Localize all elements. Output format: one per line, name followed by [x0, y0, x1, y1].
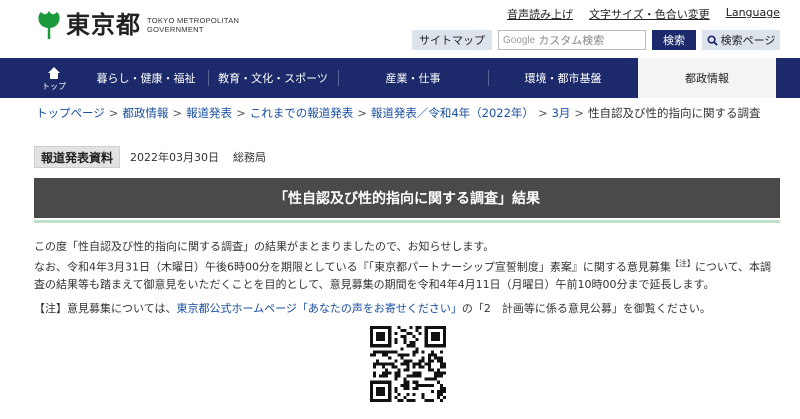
search-button[interactable]: 検索 [652, 30, 696, 50]
logo-title-en: TOKYO METROPOLITAN GOVERNMENT [147, 16, 239, 34]
nav-item-environment[interactable]: 環境・都市基盤 [488, 58, 638, 98]
home-icon [48, 67, 60, 79]
press-release-label: 報道発表資料 [34, 146, 121, 168]
nav-home[interactable]: トップ [24, 58, 84, 98]
tokyo-logo[interactable]: 東京都 TOKYO METROPOLITAN GOVERNMENT [36, 10, 239, 40]
breadcrumb-press-2022[interactable]: 報道発表／令和4年（2022年） [371, 106, 534, 120]
body-line-2a: なお、令和4年3月31日（木曜日）午後6時00分を期限としている『「東京都パート… [34, 260, 671, 274]
ginkgo-leaf-icon [36, 10, 62, 40]
language-link[interactable]: Language [726, 6, 780, 22]
sitemap-button[interactable]: サイトマップ [412, 30, 492, 50]
note-middle: の「2 計画等に係る意見公募」を御覧ください。 [461, 302, 711, 315]
breadcrumb-separator: > [236, 106, 246, 120]
magnifier-icon [707, 34, 718, 46]
body-line-3: 査の結果等も踏まえて御意見をいただくことを目的として、意見募集の期間を令和4年4… [34, 277, 715, 291]
breadcrumb-separator: > [537, 106, 548, 120]
breadcrumb-past-press[interactable]: これまでの報道発表 [250, 106, 354, 120]
body-line-2b: について、本調 [694, 260, 772, 274]
utility-links: 音声読み上げ 文字サイズ・色合い変更 Language [507, 6, 780, 22]
logo-title-ja: 東京都 [66, 11, 141, 39]
search-row: サイトマップ Google カスタム検索 検索 検索ページ [412, 30, 780, 50]
release-meta: 報道発表資料 2022年03月30日 総務局 [34, 146, 266, 168]
breadcrumb-separator: > [574, 106, 585, 120]
breadcrumb-separator: > [357, 106, 367, 120]
release-date: 2022年03月30日 [130, 151, 220, 164]
breadcrumb-government-info[interactable]: 都政情報 [122, 106, 168, 120]
site-header: 東京都 TOKYO METROPOLITAN GOVERNMENT 音声読み上げ… [0, 0, 800, 58]
breadcrumb-press[interactable]: 報道発表 [186, 106, 232, 120]
search-input[interactable]: Google カスタム検索 [498, 30, 646, 50]
nav-home-label: トップ [42, 82, 66, 91]
breadcrumb-top[interactable]: トップページ [36, 106, 105, 120]
breadcrumb-separator: > [172, 106, 183, 120]
release-department: 総務局 [233, 151, 267, 164]
body-line-2: なお、令和4年3月31日（木曜日）午後6時00分を期限としている『「東京都パート… [34, 255, 780, 276]
nav-item-industry[interactable]: 産業・仕事 [338, 58, 488, 98]
search-placeholder: カスタム検索 [538, 34, 605, 47]
nav-item-education[interactable]: 教育・文化・スポーツ [208, 58, 338, 98]
logo-en-line2: GOVERNMENT [147, 25, 204, 34]
nav-item-living[interactable]: 暮らし・健康・福祉 [84, 58, 208, 98]
body-line-1: この度「性自認及び性的指向に関する調査」の結果がまとまりましたので、お知らせしま… [34, 240, 495, 253]
opinion-page-link[interactable]: 東京都公式ホームページ「あなたの声をお寄せください」 [176, 302, 461, 315]
note-marker: 【注】 [670, 259, 695, 268]
font-size-color-link[interactable]: 文字サイズ・色合い変更 [589, 6, 710, 22]
nav-item-government-info[interactable]: 都政情報 [638, 58, 776, 98]
search-page-label: 検索ページ [720, 34, 776, 47]
qr-code [370, 326, 446, 402]
breadcrumb-current: 性自認及び性的指向に関する調査 [588, 106, 761, 120]
search-page-button[interactable]: 検索ページ [702, 30, 780, 50]
page-title: 「性自認及び性的指向に関する調査」結果 [34, 178, 780, 218]
logo-en-line1: TOKYO METROPOLITAN [147, 16, 240, 25]
note-prefix: 【注】意見募集については、 [34, 302, 177, 315]
footnote: 【注】意見募集については、東京都公式ホームページ「あなたの声をお寄せください」の… [34, 300, 780, 317]
body-text: この度「性自認及び性的指向に関する調査」の結果がまとまりましたので、お知らせしま… [34, 238, 780, 293]
breadcrumb-march[interactable]: 3月 [552, 106, 571, 120]
global-nav: トップ 暮らし・健康・福祉 教育・文化・スポーツ 産業・仕事 環境・都市基盤 都… [0, 58, 800, 98]
google-brand-label: Google [503, 34, 536, 46]
breadcrumb: トップページ > 都政情報 > 報道発表 > これまでの報道発表 > 報道発表／令和4年（202… [36, 105, 761, 121]
title-divider [34, 220, 780, 223]
text-to-speech-link[interactable]: 音声読み上げ [507, 6, 573, 22]
breadcrumb-separator: > [108, 106, 119, 120]
